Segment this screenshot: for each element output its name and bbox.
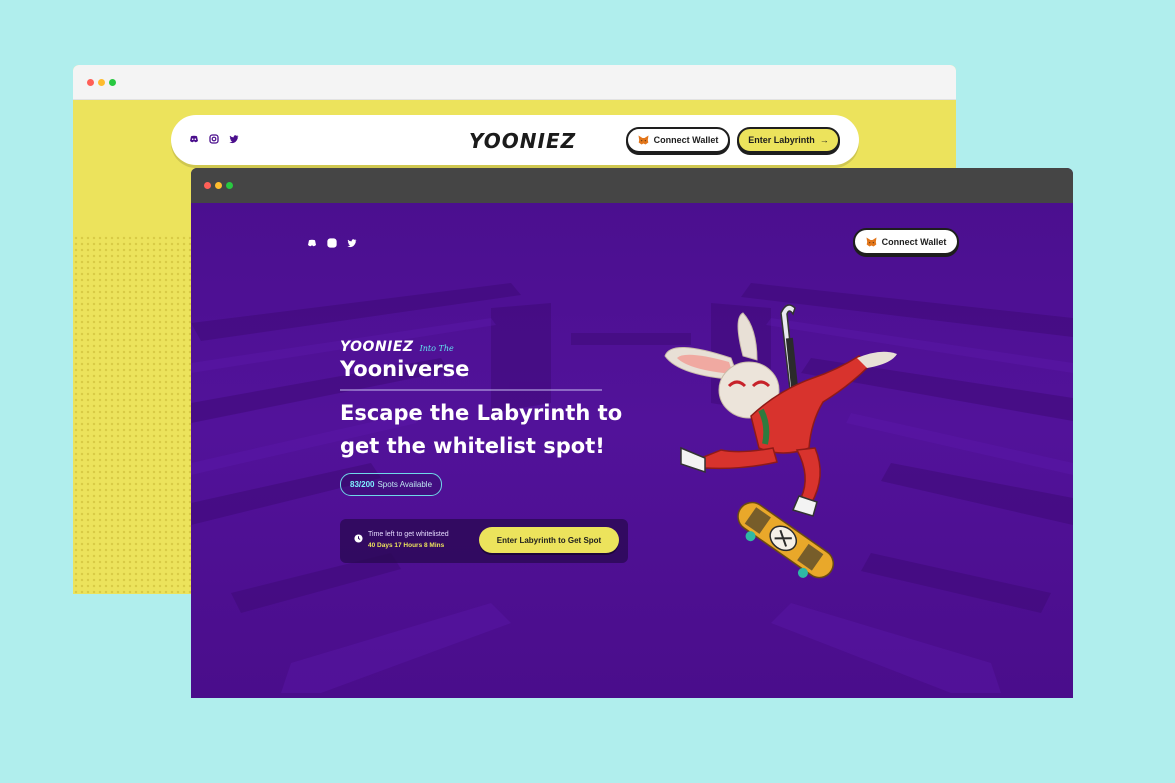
discord-icon[interactable]: [307, 238, 317, 248]
clock-icon: [354, 534, 363, 543]
enter-labyrinth-label: Enter Labyrinth: [748, 135, 815, 145]
hero-headline: Escape the Labyrinth to get the whitelis…: [340, 401, 623, 458]
enter-labyrinth-button[interactable]: Enter Labyrinth →: [737, 127, 840, 153]
minimize-dot[interactable]: [215, 182, 222, 189]
close-dot[interactable]: [87, 79, 94, 86]
top-nav-bar: YOONIEZ Connect Wallet Enter Labyrinth →: [171, 115, 859, 165]
connect-wallet-button[interactable]: Connect Wallet: [626, 127, 730, 153]
arrow-right-icon: →: [819, 135, 829, 145]
yooniez-logo: YOONIEZ: [340, 339, 414, 355]
yooniverse-title: Yooniverse: [340, 357, 470, 381]
social-links: [307, 238, 357, 248]
front-browser-window: Connect Wallet YOONIEZ Into The Yooniver…: [191, 168, 1073, 698]
timer-label: Time left to get whitelisted: [368, 531, 449, 538]
spots-available-badge: 83/200 Spots Available: [340, 473, 443, 496]
maximize-dot[interactable]: [226, 182, 233, 189]
twitter-icon[interactable]: [229, 134, 239, 144]
front-window-titlebar: [191, 168, 1073, 203]
brand-row: YOONIEZ Into The: [340, 339, 454, 355]
into-the-tagline: Into The: [419, 344, 454, 353]
enter-labyrinth-get-spot-button[interactable]: Enter Labyrinth to Get Spot: [479, 527, 619, 553]
connect-wallet-button[interactable]: Connect Wallet: [853, 228, 959, 255]
dot-pattern-decoration: [73, 235, 193, 594]
instagram-icon[interactable]: [327, 238, 337, 248]
back-window-titlebar: [73, 65, 956, 100]
minimize-dot[interactable]: [98, 79, 105, 86]
window-controls: [204, 182, 233, 189]
connect-wallet-label: Connect Wallet: [881, 236, 947, 247]
metamask-fox-icon: [866, 237, 877, 246]
maximize-dot[interactable]: [109, 79, 116, 86]
spots-label: Spots Available: [377, 480, 433, 489]
yooniez-logo[interactable]: YOONIEZ: [469, 129, 576, 153]
title-divider: [340, 389, 602, 391]
hero-section: Connect Wallet YOONIEZ Into The Yooniver…: [191, 203, 1073, 698]
close-dot[interactable]: [204, 182, 211, 189]
metamask-fox-icon: [638, 135, 649, 145]
whitelist-timer-panel: Time left to get whitelisted 40 Days 17 …: [340, 519, 628, 563]
discord-icon[interactable]: [189, 134, 199, 144]
timer-countdown: 40 Days 17 Hours 8 Mins: [368, 542, 445, 549]
social-links: [189, 134, 239, 144]
window-controls: [87, 79, 116, 86]
spots-count: 83/200: [350, 480, 375, 489]
connect-wallet-label: Connect Wallet: [653, 135, 719, 145]
instagram-icon[interactable]: [209, 134, 219, 144]
bunny-skater-character: [664, 304, 897, 579]
labyrinth-background: [191, 283, 1073, 693]
twitter-icon[interactable]: [347, 238, 357, 248]
